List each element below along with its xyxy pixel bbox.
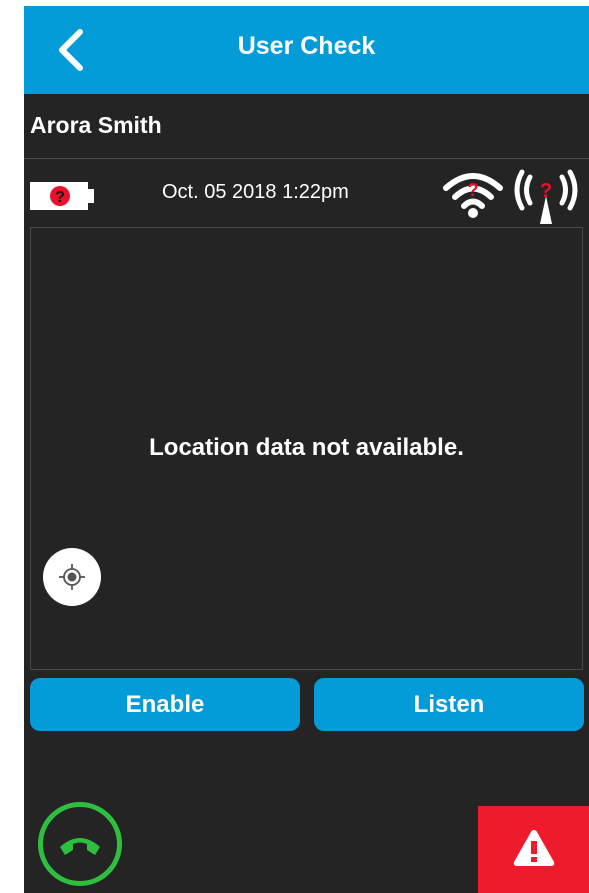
divider [24,158,589,159]
svg-text:?: ? [468,180,479,200]
locate-button[interactable] [43,548,101,606]
map-unavailable-message: Location data not available. [149,434,464,461]
alert-button[interactable] [478,806,589,893]
hang-up-phone-icon [60,838,100,855]
wifi-unknown-icon: ? [442,168,504,220]
map-panel[interactable]: Location data not available. [30,227,583,670]
battery-unknown-icon: ? [30,178,96,214]
svg-text:?: ? [540,180,552,202]
locate-icon [59,564,85,590]
warning-icon [513,830,555,866]
listen-button[interactable]: Listen [314,678,584,731]
status-timestamp: Oct. 05 2018 1:22pm [162,181,349,203]
user-check-screen: User Check Arora Smith ? Oct. 05 2018 1:… [24,6,589,893]
svg-text:?: ? [55,189,65,206]
page-title: User Check [237,32,376,60]
enable-button[interactable]: Enable [30,678,300,731]
cell-tower-unknown-icon: ? [512,166,580,224]
hang-up-button[interactable] [38,802,122,886]
user-name: Arora Smith [30,112,162,138]
header-bar: User Check [24,6,589,94]
